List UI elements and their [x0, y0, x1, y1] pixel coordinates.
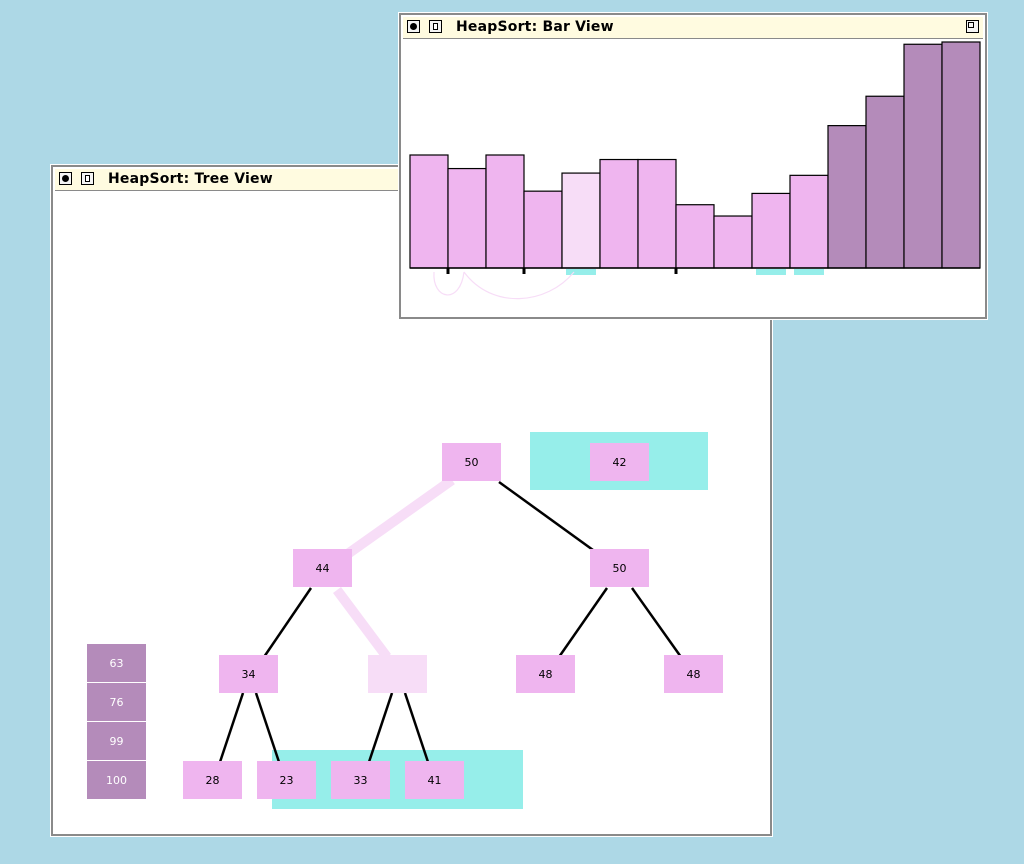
bar-5	[599, 158, 639, 269]
bar-13	[903, 43, 943, 269]
comparison-arc	[433, 271, 465, 296]
edge-left-ll	[262, 587, 313, 658]
node-lr[interactable]	[368, 655, 427, 693]
window-title: HeapSort: Bar View	[456, 19, 614, 35]
sorted-stack: 63 76 99 100	[87, 644, 146, 799]
window-menu-icon[interactable]	[81, 172, 94, 185]
bar-canvas	[403, 39, 983, 315]
window-menu-icon[interactable]	[429, 20, 442, 33]
highlight-marker-10	[794, 269, 824, 275]
bar-view-titlebar[interactable]: HeapSort: Bar View	[403, 17, 983, 39]
highlight-marker-4	[566, 269, 596, 275]
bar-10	[789, 174, 829, 269]
highlight-marker-9	[756, 269, 786, 275]
bar-chart	[409, 41, 981, 300]
node-label: 44	[316, 562, 330, 575]
node-label: 48	[539, 668, 553, 681]
sorted-item-label: 63	[110, 657, 124, 670]
sorted-item-label: 76	[110, 696, 124, 709]
edge-left-lr	[332, 587, 392, 660]
bar-12	[865, 95, 905, 269]
node-root[interactable]: 50	[442, 443, 501, 481]
bar-2	[485, 154, 525, 269]
node-lrr[interactable]: 41	[405, 761, 464, 799]
node-llr[interactable]: 23	[257, 761, 316, 799]
sorted-item: 76	[87, 683, 146, 721]
node-left[interactable]: 44	[293, 549, 352, 587]
node-label: 41	[428, 774, 442, 787]
edge-right-rr	[630, 587, 683, 658]
window-title: HeapSort: Tree View	[108, 171, 273, 187]
sorted-item-label: 99	[110, 735, 124, 748]
node-label: 48	[687, 668, 701, 681]
bar-0	[409, 154, 449, 269]
sorted-item: 99	[87, 722, 146, 760]
bar-view-window[interactable]: HeapSort: Bar View	[399, 13, 987, 319]
node-floating[interactable]: 42	[590, 443, 649, 481]
node-lll[interactable]: 28	[183, 761, 242, 799]
bar-9	[751, 192, 791, 269]
node-rl[interactable]: 48	[516, 655, 575, 693]
bar-14	[941, 41, 981, 269]
node-lrl[interactable]: 33	[331, 761, 390, 799]
node-label: 50	[465, 456, 479, 469]
bar-8	[713, 215, 753, 269]
node-label: 50	[613, 562, 627, 575]
sorted-item-label: 100	[106, 774, 127, 787]
sorted-item: 100	[87, 761, 146, 799]
sorted-item: 63	[87, 644, 146, 682]
node-label: 28	[206, 774, 220, 787]
edge-right-rl	[557, 587, 609, 658]
node-label: 23	[280, 774, 294, 787]
node-label: 33	[354, 774, 368, 787]
node-ll[interactable]: 34	[219, 655, 278, 693]
node-right[interactable]: 50	[590, 549, 649, 587]
zoom-icon[interactable]	[966, 20, 979, 33]
edge-ll-lll	[218, 692, 245, 763]
edge-ll-llr	[254, 692, 281, 763]
close-icon[interactable]	[407, 20, 420, 33]
close-icon[interactable]	[59, 172, 72, 185]
bar-4	[561, 172, 601, 269]
bar-7	[675, 204, 715, 269]
bar-6	[637, 158, 677, 269]
edge-root-left	[339, 475, 455, 563]
bar-3	[523, 190, 563, 269]
node-label: 34	[242, 668, 256, 681]
bar-11	[827, 125, 867, 269]
node-label: 42	[613, 456, 627, 469]
edge-root-right	[498, 480, 594, 552]
comparison-arc	[463, 271, 575, 300]
bar-1	[447, 167, 487, 269]
node-rr[interactable]: 48	[664, 655, 723, 693]
